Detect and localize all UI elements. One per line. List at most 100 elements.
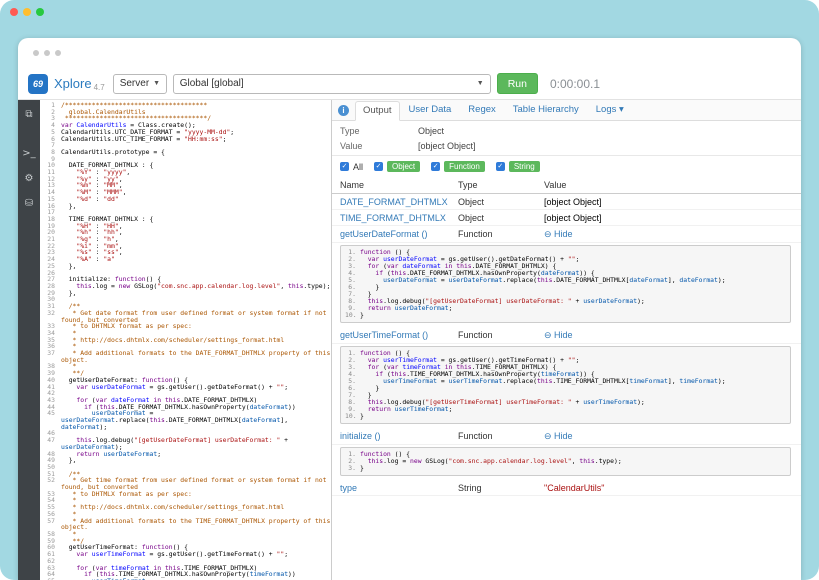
collapse-icon: ⊖ xyxy=(544,330,552,340)
filter-label: Function xyxy=(444,161,485,172)
tab-regex[interactable]: Regex xyxy=(460,100,503,120)
line-number: 3 xyxy=(40,115,59,122)
editor-line: 35 * http://docs.dhtmlx.com/scheduler/se… xyxy=(40,337,331,344)
result-name-link[interactable]: type xyxy=(340,483,357,493)
source-line: 2. var userTimeFormat = gs.getUser().get… xyxy=(345,357,786,364)
checkbox-icon[interactable]: ✓ xyxy=(431,162,440,171)
filter-function[interactable]: ✓ Function xyxy=(431,161,485,172)
table-row: typeString"CalendarUtils" xyxy=(332,480,801,496)
result-name-link[interactable]: getUserDateFormat () xyxy=(340,229,428,239)
hide-toggle[interactable]: ⊖ Hide xyxy=(544,431,573,441)
editor-line: 61 var userTimeFormat = gs.getUser().get… xyxy=(40,551,331,558)
tab-logs[interactable]: Logs ▾ xyxy=(588,100,632,120)
editor-line: 57 * Add additional formats to the TIME_… xyxy=(40,518,331,531)
result-type: Function xyxy=(458,431,544,441)
column-header: Value xyxy=(544,180,793,190)
source-line-text: var userTimeFormat = gs.getUser().getTim… xyxy=(360,357,786,364)
inner-close-icon[interactable] xyxy=(33,50,39,56)
line-number: 4 xyxy=(40,122,59,129)
editor-line: 48 return userDateFormat; xyxy=(40,451,331,458)
source-line-text: if (this.DATE_FORMAT_DHTMLX.hasOwnProper… xyxy=(360,270,786,277)
line-number: 5 xyxy=(40,129,59,136)
minimize-icon[interactable] xyxy=(23,8,31,16)
source-line: 7. } xyxy=(345,291,786,298)
code-editor[interactable]: 1/*************************************2… xyxy=(40,100,332,580)
source-line: 1.function () { xyxy=(345,451,786,458)
server-select[interactable]: Server ▼ xyxy=(113,74,167,94)
result-type: String xyxy=(458,483,544,493)
source-line: 8. this.log.debug("[getUserTimeFormat] u… xyxy=(345,399,786,406)
source-line-text: } xyxy=(360,291,786,298)
filter-string[interactable]: ✓String xyxy=(496,161,540,172)
name-cell: initialize () xyxy=(340,431,458,441)
tab-table-hierarchy[interactable]: Table Hierarchy xyxy=(505,100,587,120)
source-line-text: } xyxy=(360,284,786,291)
code-line-text: }, xyxy=(59,290,331,297)
editor-line: 41 var userDateFormat = gs.getUser().get… xyxy=(40,384,331,391)
source-line: 6. } xyxy=(345,385,786,392)
hide-toggle[interactable]: ⊖ Hide xyxy=(544,330,573,340)
result-value: [object Object] xyxy=(544,213,602,223)
source-line: 5. userTimeFormat = userTimeFormat.repla… xyxy=(345,378,786,385)
result-name-link[interactable]: getUserTimeFormat () xyxy=(340,330,428,340)
tab-output[interactable]: Output xyxy=(355,101,400,121)
inner-maximize-icon[interactable] xyxy=(55,50,61,56)
run-button[interactable]: Run xyxy=(497,73,538,94)
hide-toggle[interactable]: ⊖ Hide xyxy=(544,229,573,239)
result-type: Object xyxy=(458,213,544,223)
checkbox-icon[interactable]: ✓ xyxy=(340,162,349,171)
source-line-text: return userDateFormat; xyxy=(360,305,786,312)
editor-line: 55 * http://docs.dhtmlx.com/scheduler/se… xyxy=(40,504,331,511)
editor-line: 6CalendarUtils.UTC_TIME_FORMAT = "HH:mm:… xyxy=(40,136,331,143)
result-value: [object Object] xyxy=(544,197,602,207)
value-cell: ⊖ Hide xyxy=(544,229,793,240)
code-line-text xyxy=(59,464,331,471)
code-line-text: this.log = new GSLog("com.snc.app.calend… xyxy=(59,283,331,290)
line-number: 52 xyxy=(40,477,59,490)
filter-object[interactable]: ✓Object xyxy=(374,161,420,172)
name-cell: getUserDateFormat () xyxy=(340,229,458,239)
edit-script-icon[interactable]: ⧉ xyxy=(25,110,32,120)
tab-user-data[interactable]: User Data xyxy=(401,100,460,120)
editor-line: 45 userDateFormat = userDateFormat.repla… xyxy=(40,410,331,430)
line-number: 57 xyxy=(40,518,59,531)
source-line: 6. } xyxy=(345,284,786,291)
line-number: 8 xyxy=(40,149,59,156)
column-header: Name xyxy=(340,180,458,190)
function-source: 1.function () {2. var userTimeFormat = g… xyxy=(340,346,791,424)
inner-minimize-icon[interactable] xyxy=(44,50,50,56)
result-name-link[interactable]: initialize () xyxy=(340,431,381,441)
result-name-link[interactable]: DATE_FORMAT_DHTMLX xyxy=(340,197,448,207)
source-line-text: if (this.TIME_FORMAT_DHTMLX.hasOwnProper… xyxy=(360,371,786,378)
code-line-text: "%d" : "dd" xyxy=(59,196,331,203)
source-line-text: this.log.debug("[getUserTimeFormat] user… xyxy=(360,399,786,406)
filter-all[interactable]: ✓All xyxy=(340,162,363,172)
terminal-icon[interactable]: >_ xyxy=(22,149,35,159)
code-line-text: }, xyxy=(59,457,331,464)
app-window: 69 Xplore 4.7 Server ▼ Global [global] ▼… xyxy=(18,38,801,580)
source-line-text: this.log.debug("[getUserDateFormat] user… xyxy=(360,298,786,305)
scope-select[interactable]: Global [global] ▼ xyxy=(173,74,491,94)
editor-line: 53 * to DHTMLX format as per spec: xyxy=(40,491,331,498)
source-line-text: return userTimeFormat; xyxy=(360,406,786,413)
main-area: ⧉ >_ ⚙ ⛁ 1/********************************… xyxy=(18,100,801,580)
checkbox-icon[interactable]: ✓ xyxy=(374,162,383,171)
checkbox-icon[interactable]: ✓ xyxy=(496,162,505,171)
gear-icon[interactable]: ⚙ xyxy=(25,174,34,184)
source-line: 3. for (var dateFormat in this.DATE_FORM… xyxy=(345,263,786,270)
code-line-text xyxy=(59,296,331,303)
code-line-text: return userDateFormat; xyxy=(59,451,331,458)
maximize-icon[interactable] xyxy=(36,8,44,16)
source-line: 7. } xyxy=(345,392,786,399)
scope-select-value: Global [global] xyxy=(180,78,244,89)
code-line-text: userDateFormat = userDateFormat.replace(… xyxy=(59,410,331,430)
source-line-text: } xyxy=(360,392,786,399)
close-icon[interactable] xyxy=(10,8,18,16)
info-icon[interactable]: i xyxy=(338,105,349,116)
source-line-text: for (var timeFormat in this.TIME_FORMAT_… xyxy=(360,364,786,371)
source-line: 9. return userDateFormat; xyxy=(345,305,786,312)
column-header: Type xyxy=(458,180,544,190)
database-icon[interactable]: ⛁ xyxy=(25,199,33,209)
result-name-link[interactable]: TIME_FORMAT_DHTMLX xyxy=(340,213,446,223)
results-table: NameTypeValue DATE_FORMAT_DHTMLX Object[o… xyxy=(332,177,801,580)
